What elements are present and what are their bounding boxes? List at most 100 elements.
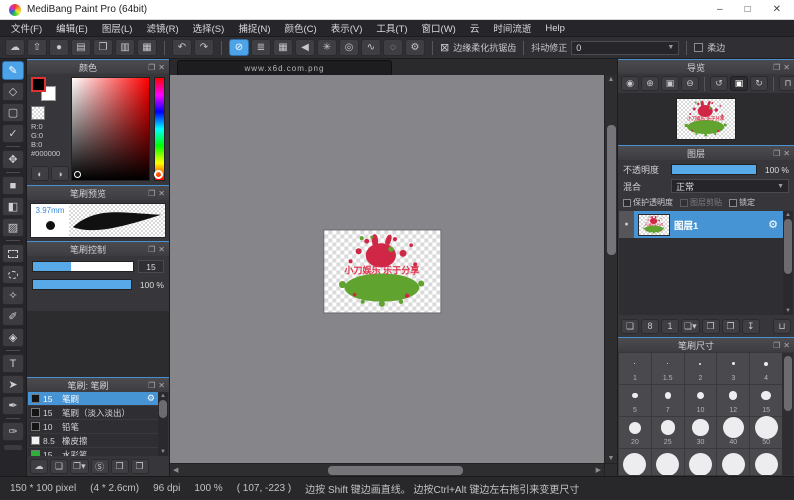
menu-item[interactable]: 文件(F): [4, 21, 49, 35]
brush-add-icon[interactable]: ❏: [50, 459, 68, 474]
reset-rotation-icon[interactable]: ▣: [730, 76, 748, 91]
scroll-up-icon[interactable]: ▲: [608, 76, 615, 83]
brush-size-cell[interactable]: 1.5: [652, 353, 684, 384]
magic-wand-tool[interactable]: ✧: [2, 286, 24, 305]
brush-tool[interactable]: ✎: [2, 61, 24, 80]
close-icon[interactable]: ✕: [158, 245, 165, 254]
zoom-out-icon[interactable]: ⊖: [681, 76, 699, 91]
close-icon[interactable]: ✕: [783, 149, 790, 158]
brush-size-cell[interactable]: 4: [750, 353, 782, 384]
layer-checkbox[interactable]: 保护透明度: [623, 197, 673, 208]
foreground-color-swatch[interactable]: [31, 77, 46, 92]
eraser-tool[interactable]: ◇: [2, 82, 24, 101]
brush-size-cell[interactable]: 5: [619, 385, 651, 416]
saturation-square[interactable]: [71, 77, 150, 181]
navigator-thumbnail[interactable]: [677, 99, 735, 139]
menu-item[interactable]: 图层(L): [95, 21, 140, 35]
move-tool[interactable]: ✥: [2, 150, 24, 169]
layer-list-scrollbar[interactable]: ▲ ▼: [783, 211, 793, 315]
snap-curve-icon[interactable]: ∿: [361, 39, 381, 56]
select-lasso-tool[interactable]: [2, 265, 24, 284]
pen-tool[interactable]: ✒: [2, 396, 24, 415]
brush-size-cell[interactable]: [750, 449, 782, 475]
fit-window-icon[interactable]: ▣: [661, 76, 679, 91]
brush-size-cell[interactable]: 15: [750, 385, 782, 416]
fg-bg-swatches[interactable]: [31, 77, 61, 104]
palette-icon[interactable]: ◐: [31, 166, 49, 181]
scrollbar-thumb[interactable]: [328, 466, 463, 475]
brush-row[interactable]: 15笔刷⚙: [28, 392, 158, 406]
layer-folder-icon[interactable]: ❒: [702, 319, 720, 334]
brush-size-cell[interactable]: 2: [685, 353, 717, 384]
horizontal-scrollbar[interactable]: ◀ ▶: [170, 463, 604, 476]
gradient-tool[interactable]: ▨: [2, 218, 24, 237]
rotate-lock-icon[interactable]: ⊓: [779, 76, 794, 91]
bucket-tool[interactable]: ◧: [2, 197, 24, 216]
layer-add-menu-icon[interactable]: ❏▾: [681, 319, 700, 334]
menu-item[interactable]: 工具(T): [369, 21, 414, 35]
polyline-tool[interactable]: ✓: [2, 124, 24, 143]
maximize-button[interactable]: □: [745, 4, 751, 15]
layer-checkbox[interactable]: 锁定: [729, 197, 755, 208]
document-tab[interactable]: www.x6d.com.png: [177, 60, 392, 75]
brush-row[interactable]: 15笔刷（淡入淡出）: [28, 406, 158, 420]
layer-row[interactable]: ●图层1⚙: [619, 211, 783, 238]
scrollbar-thumb[interactable]: [784, 356, 792, 411]
brush-size-cell[interactable]: [717, 449, 749, 475]
snap-off-icon[interactable]: ⊘: [229, 39, 249, 56]
snap-ellipse-icon[interactable]: ◌: [383, 39, 403, 56]
publish-icon[interactable]: ⇧: [27, 39, 47, 56]
layer-add-8bit-icon[interactable]: 8: [641, 319, 659, 334]
menu-item[interactable]: 云: [463, 21, 487, 35]
snap-settings-icon[interactable]: ⚙: [405, 39, 425, 56]
popout-icon[interactable]: ❐: [773, 63, 780, 72]
snap-vanishing-icon[interactable]: ◀: [295, 39, 315, 56]
blend-dropdown[interactable]: 正常 ▼: [671, 179, 789, 193]
scroll-down-icon[interactable]: ▼: [160, 449, 166, 455]
comment-panel-icon[interactable]: ▤: [71, 39, 91, 56]
snap-concentric-icon[interactable]: ◎: [339, 39, 359, 56]
antialias-icon[interactable]: ⊠: [440, 41, 449, 54]
operate-tool[interactable]: ➤: [2, 375, 24, 394]
brush-size-cell[interactable]: 7: [652, 385, 684, 416]
brush-size-cell[interactable]: 3: [717, 353, 749, 384]
brush-cloud-download-icon[interactable]: ☁: [30, 459, 48, 474]
scroll-left-icon[interactable]: ◀: [173, 466, 178, 474]
select-rect-tool[interactable]: [2, 244, 24, 263]
popout-icon[interactable]: ❐: [148, 381, 155, 390]
shape-tool[interactable]: ▢: [2, 103, 24, 122]
layer-duplicate-icon[interactable]: ❐: [722, 319, 740, 334]
menu-item[interactable]: 编辑(E): [49, 21, 95, 35]
undo-icon[interactable]: ↶: [172, 39, 192, 56]
color-history-icon[interactable]: ◑: [51, 166, 69, 181]
fill-shape-tool[interactable]: ■: [2, 176, 24, 195]
brush-size-slider[interactable]: [32, 261, 134, 272]
saturation-cursor[interactable]: [74, 171, 81, 178]
brush-duplicate-icon[interactable]: ❐: [131, 459, 149, 474]
brush-size-value-box[interactable]: 15: [138, 260, 164, 273]
layer-add-icon[interactable]: ❏: [621, 319, 639, 334]
jitter-dropdown[interactable]: 0 ▼: [571, 41, 679, 55]
layer-delete-icon[interactable]: ⊔: [773, 319, 791, 334]
rotate-left-icon[interactable]: ↺: [710, 76, 728, 91]
layer-checkbox[interactable]: 图层剪贴: [680, 197, 722, 208]
brush-list-scrollbar[interactable]: ▲ ▼: [158, 392, 168, 456]
brush-size-cell[interactable]: 30: [685, 417, 717, 448]
layer-add-1bit-icon[interactable]: 1: [661, 319, 679, 334]
scroll-down-icon[interactable]: ▼: [608, 455, 615, 462]
brush-size-cell[interactable]: 25: [652, 417, 684, 448]
select-eraser-tool[interactable]: ◈: [2, 328, 24, 347]
layer-opacity-slider[interactable]: [671, 164, 757, 175]
menu-item[interactable]: Help: [538, 23, 572, 34]
menu-item[interactable]: 时间流逝: [486, 21, 538, 35]
zoom-in-icon[interactable]: ⊕: [641, 76, 659, 91]
soft-edge-checkbox[interactable]: [694, 43, 703, 52]
redo-icon[interactable]: ↷: [194, 39, 214, 56]
menu-item[interactable]: 选择(S): [186, 21, 232, 35]
canvas-viewport[interactable]: [170, 75, 604, 463]
eyedropper-tool[interactable]: ✑: [2, 422, 24, 441]
gear-icon[interactable]: ⚙: [147, 393, 155, 404]
brush-row[interactable]: 10铅笔: [28, 420, 158, 434]
brush-size-cell[interactable]: 50: [750, 417, 782, 448]
brush-size-cell[interactable]: 12: [717, 385, 749, 416]
